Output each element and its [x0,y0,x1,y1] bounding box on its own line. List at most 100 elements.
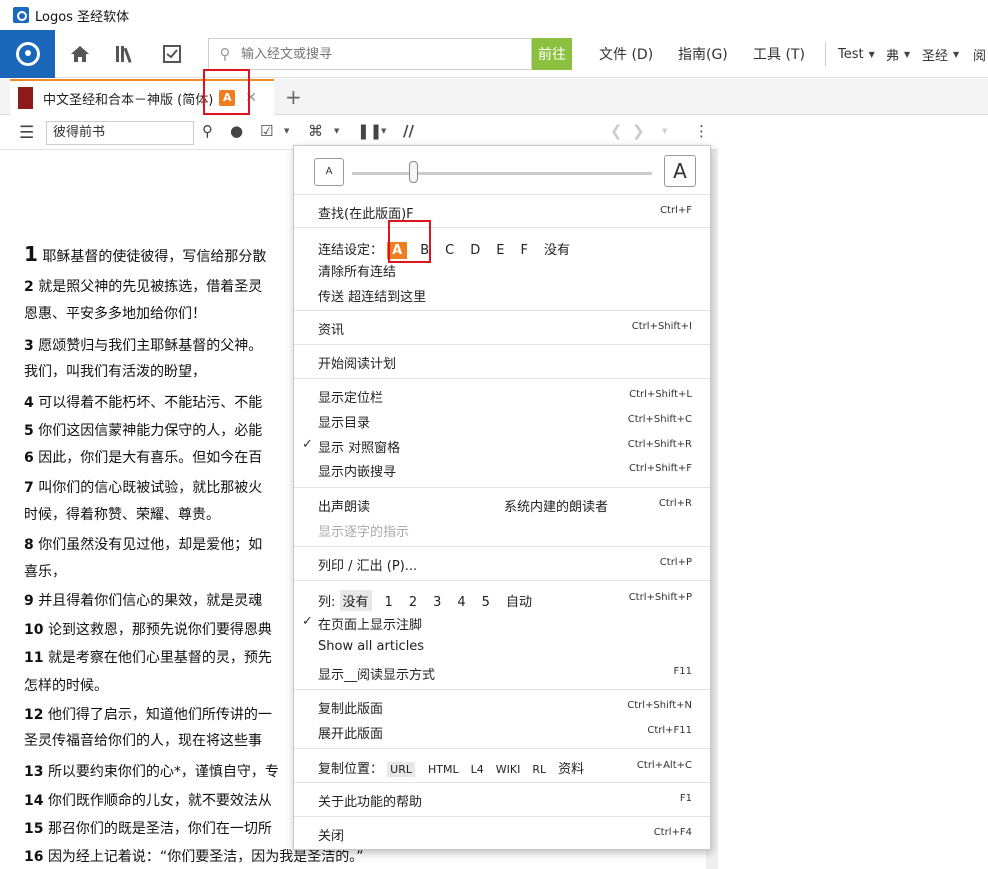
columns-option-5[interactable]: 5 [479,594,493,611]
caret-down-icon[interactable]: ▼ [381,127,386,135]
caret-down-icon[interactable]: ▼ [334,127,339,135]
user-name: Test [838,46,864,62]
reading-plan-section: 开始阅读计划 [294,345,710,379]
shortcut-copy-location: Ctrl+Alt+C [636,760,692,771]
interlinear-icon[interactable]: ⌘ [308,122,323,140]
verse-line: 7 叫你们的信心既被试验，就比那被火 [24,480,263,496]
search-input[interactable] [241,46,521,62]
user-menu[interactable]: Test ▼ [838,30,875,78]
copy-location-section: 复制位置： URL HTML L4 WIKI RL 资料 Ctrl+Alt+C [294,749,710,783]
columns-option-1[interactable]: 1 [382,594,396,611]
panel-options-menu: A A 查找(在此版面)F Ctrl+F 连结设定： A B C D E F 没有 清除所有… [293,145,711,850]
verse-line: 4 可以得着不能朽坏、不能玷污、不能 [24,395,263,411]
verse-line: 6 因此，你们是大有喜乐。但如今在百 [24,450,263,466]
documents-button[interactable] [149,30,195,78]
menu-reading-plan[interactable]: 开始阅读计划 [318,353,396,372]
add-tab-icon[interactable]: + [285,85,302,109]
parallel-resources-button[interactable]: // [403,122,414,140]
verse-line: 2 就是照父神的先见被拣选，借着圣灵 [24,279,263,295]
menu-close[interactable]: 关闭 [318,825,344,844]
copy-option-url[interactable]: URL [387,762,415,777]
menu-show-toc[interactable]: 显示目录 [318,412,370,431]
shortcut-locator: Ctrl+Shift+L [629,389,692,400]
font-larger-button[interactable]: A [664,155,696,187]
columns-option-2[interactable]: 2 [406,594,420,611]
link-option-e[interactable]: E [493,242,507,259]
font-size-slider-handle[interactable] [409,161,418,183]
find-section: 查找(在此版面)F Ctrl+F [294,195,710,228]
search-icon[interactable]: ⚲ [202,122,213,140]
verse-line: 我们，叫我们有活泼的盼望， [24,364,206,380]
font-smaller-button[interactable]: A [314,158,344,186]
caret-down-icon[interactable]: ▼ [284,127,289,135]
bible-menu[interactable]: 圣经 ▼ [922,30,959,78]
verse-line: 14 你们既作顺命的儿女，就不要效法从 [24,793,272,809]
columns-icon[interactable]: ❚❚ [357,122,382,140]
menu-show-all-articles[interactable]: Show all articles [318,639,424,654]
shortcut-close: Ctrl+F4 [653,827,692,838]
menu-columns: 列: 没有 1 2 3 4 5 自动 [318,590,545,611]
font-size-slider[interactable] [352,172,652,175]
menu-duplicate-panel[interactable]: 复制此版面 [318,698,383,717]
link-option-c[interactable]: C [442,242,457,259]
menu-print-export[interactable]: 列印 / 汇出 (P)... [318,555,417,574]
go-button[interactable]: 前往 [532,38,572,70]
link-option-none[interactable]: 没有 [541,238,573,259]
caret-down-icon[interactable]: ▼ [662,127,667,135]
menu-help[interactable]: 关于此功能的帮助 [318,791,422,810]
reading-menu[interactable]: 阅 [973,30,986,78]
menu-link-set: 连结设定： A B C D E F 没有 [318,238,583,259]
menu-show-inline-search[interactable]: 显示内嵌搜寻 [318,461,396,480]
menu-show-locator[interactable]: 显示定位栏 [318,387,383,406]
panel-menu-icon[interactable]: ☰ [19,123,34,143]
visual-filter-icon[interactable]: ● [230,122,243,140]
home-button[interactable] [57,30,103,78]
menu-file[interactable]: 文件 (D) [599,30,653,78]
menu-info[interactable]: 资讯 [318,319,344,338]
back-arrow-icon[interactable]: ❮ [610,122,623,140]
verse-line: 12 他们得了启示，知道他们所传讲的一 [24,707,272,723]
columns-option-3[interactable]: 3 [430,594,444,611]
link-option-d[interactable]: D [467,242,483,259]
verse-line: 喜乐， [24,564,66,580]
menu-read-aloud[interactable]: 出声朗读 [318,496,370,515]
library-button[interactable] [103,30,149,78]
columns-option-none[interactable]: 没有 [339,590,372,611]
reference-input[interactable]: 彼得前书 [46,121,194,145]
toolbar-separator [825,42,826,66]
language-menu[interactable]: 弗 ▼ [886,30,910,78]
menu-clear-links[interactable]: 清除所有连结 [318,261,396,280]
menu-show-footnotes[interactable]: 在页面上显示注脚 [318,614,422,633]
verse-line: 恩惠、平安多多地加给你们！ [24,306,206,322]
search-box[interactable]: ⚲ [208,38,532,70]
more-options-icon[interactable]: ⋮ [694,122,709,140]
menu-tools[interactable]: 工具 (T) [753,30,805,78]
logos-logo-button[interactable] [0,29,55,78]
copy-option-rl[interactable]: RL [529,762,549,777]
menu-reading-view[interactable]: 显示__阅读显示方式 [318,664,435,683]
verse-line: 13 所以要约束你们的心*，谨慎自守，专 [24,764,279,780]
layout-section: 列: 没有 1 2 3 4 5 自动 Ctrl+Shift+P ✓ 在页面上显示注脚 Sho… [294,581,710,690]
link-option-f[interactable]: F [517,242,530,259]
annotation-highlight-link-option [388,220,431,263]
link-set-label: 连结设定： [318,243,384,258]
copy-option-l4[interactable]: L4 [468,762,487,777]
verse-line: 怎样的时候。 [24,678,108,694]
copy-option-data[interactable]: 资料 [555,757,587,778]
read-aloud-voice[interactable]: 系统内建的朗读者 [504,496,608,515]
menu-show-parallel[interactable]: 显示 对照窗格 [318,437,400,456]
copy-option-html[interactable]: HTML [425,762,462,777]
checklist-icon[interactable]: ☑ [260,122,273,140]
shortcut-columns: Ctrl+Shift+P [628,592,692,603]
verse-line: 9 并且得着你们信心的果效，就是灵魂 [24,593,263,609]
shortcut-print: Ctrl+P [659,557,692,568]
columns-option-auto[interactable]: 自动 [503,590,535,611]
font-size-section: A A [294,146,710,195]
logos-app-icon [13,7,29,23]
menu-guides[interactable]: 指南(G) [678,30,728,78]
columns-option-4[interactable]: 4 [454,594,468,611]
menu-send-hyperlink[interactable]: 传送 超连结到这里 [318,286,426,305]
menu-expand-panel[interactable]: 展开此版面 [318,723,383,742]
forward-arrow-icon[interactable]: ❯ [632,122,645,140]
copy-option-wiki[interactable]: WIKI [493,762,524,777]
